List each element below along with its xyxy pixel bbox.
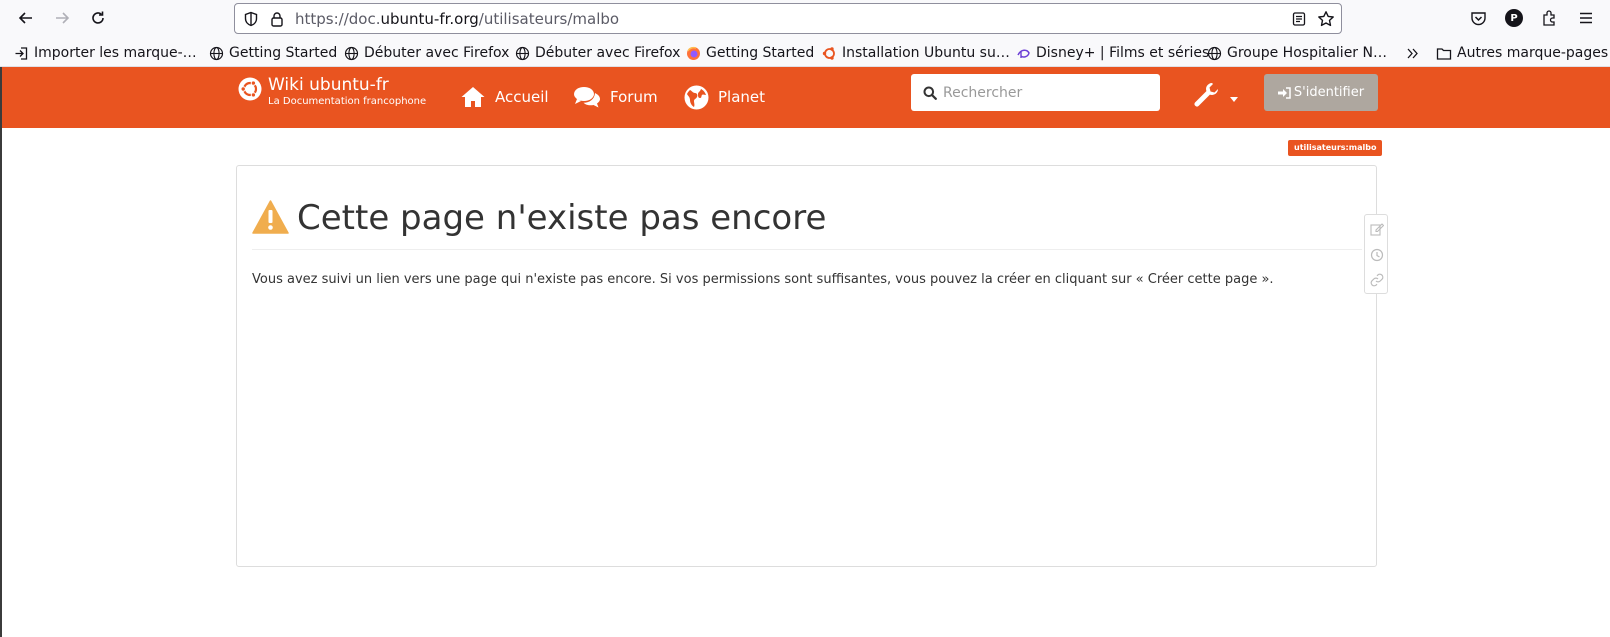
globe-icon	[1207, 46, 1222, 60]
more-bookmarks-button[interactable]	[1405, 42, 1425, 64]
back-button[interactable]	[12, 4, 40, 32]
profile-avatar[interactable]: P	[1505, 9, 1523, 27]
url-text: https://doc.ubuntu-fr.org/utilisateurs/m…	[295, 10, 620, 28]
browser-toolbar: https://doc.ubuntu-fr.org/utilisateurs/m…	[0, 0, 1610, 37]
window-edge	[0, 128, 2, 637]
nav-forum[interactable]: Forum	[573, 81, 658, 113]
nav-accueil[interactable]: Accueil	[460, 81, 549, 113]
page-tools	[1364, 214, 1388, 294]
wrench-icon	[1194, 83, 1218, 107]
bookmark-item[interactable]: Getting Started	[209, 42, 337, 64]
search-input[interactable]	[943, 84, 1153, 101]
globe-icon	[209, 46, 224, 60]
caret-down-icon	[1230, 97, 1238, 102]
content-panel: Cette page n'existe pas encore Vous avez…	[236, 165, 1377, 567]
bookmark-item[interactable]: Disney+ | Films et séries	[1016, 42, 1209, 64]
login-button[interactable]: S'identifier	[1264, 74, 1378, 111]
site-brand[interactable]: Wiki ubuntu-fr La Documentation francoph…	[238, 75, 426, 107]
import-icon	[15, 46, 28, 60]
bookmark-item[interactable]: Groupe Hospitalier N…	[1207, 42, 1387, 64]
page-title: Cette page n'existe pas encore	[252, 198, 1362, 250]
ubuntu-icon	[822, 46, 835, 60]
arrow-right-icon	[56, 12, 70, 24]
bookmark-item[interactable]: Débuter avec Firefox	[515, 42, 680, 64]
bookmark-star-icon[interactable]	[1317, 10, 1335, 28]
bookmark-item[interactable]: Importer les marque-…	[14, 42, 197, 64]
globe-icon	[515, 46, 530, 60]
backlinks-icon[interactable]	[1370, 273, 1384, 287]
home-icon	[461, 87, 485, 107]
bookmarks-bar: Importer les marque-… Getting Started Dé…	[0, 37, 1610, 67]
search-box[interactable]	[911, 74, 1160, 111]
brand-title: Wiki ubuntu-fr	[268, 75, 389, 95]
warning-icon	[252, 200, 289, 234]
bookmark-item[interactable]: Installation Ubuntu su…	[822, 42, 1010, 64]
pocket-icon[interactable]	[1470, 10, 1487, 27]
globe-icon	[684, 85, 709, 109]
arrow-left-icon	[18, 12, 32, 24]
nav-planet[interactable]: Planet	[684, 81, 765, 113]
brand-subtitle: La Documentation francophone	[268, 96, 427, 107]
globe-icon	[344, 46, 359, 60]
forward-button[interactable]	[48, 4, 76, 32]
lock-icon	[271, 12, 283, 27]
bookmark-item[interactable]: Débuter avec Firefox	[344, 42, 509, 64]
reader-view-icon[interactable]	[1291, 11, 1307, 27]
other-bookmarks-folder[interactable]: Autres marque-pages	[1436, 42, 1608, 64]
bookmark-item[interactable]: Getting Started	[686, 42, 814, 64]
reload-button[interactable]	[84, 4, 112, 32]
reload-icon	[92, 11, 104, 24]
sign-in-icon	[1277, 86, 1291, 99]
firefox-icon	[687, 46, 700, 60]
tools-dropdown[interactable]	[1192, 83, 1238, 113]
page-heading: Cette page n'existe pas encore	[297, 198, 827, 238]
search-icon	[923, 86, 937, 100]
chevron-double-right-icon	[1407, 48, 1418, 58]
page-message: Vous avez suivi un lien vers une page qu…	[252, 272, 1274, 287]
history-icon[interactable]	[1370, 248, 1384, 262]
url-bar[interactable]: https://doc.ubuntu-fr.org/utilisateurs/m…	[234, 3, 1342, 34]
page-id-badge[interactable]: utilisateurs:malbo	[1288, 140, 1383, 156]
site-navbar: Wiki ubuntu-fr La Documentation francoph…	[0, 67, 1610, 128]
ubuntu-logo-icon	[238, 77, 262, 101]
folder-icon	[1436, 47, 1452, 60]
tracking-shield-icon	[244, 11, 258, 27]
menu-icon[interactable]	[1578, 10, 1594, 26]
disney-icon	[1017, 49, 1030, 58]
edit-icon[interactable]	[1370, 222, 1384, 236]
extensions-icon[interactable]	[1541, 9, 1559, 27]
comments-icon	[574, 87, 600, 108]
